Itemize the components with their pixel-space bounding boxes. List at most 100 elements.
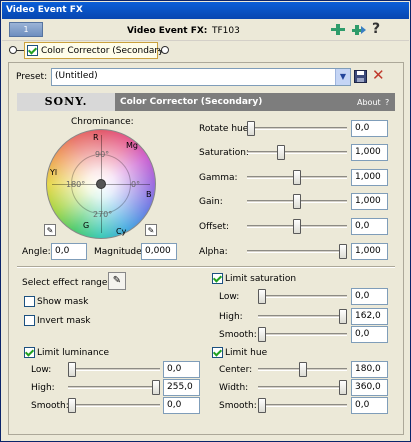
saturation-field[interactable]: 1,000 — [351, 144, 388, 161]
chevron-down-icon[interactable]: ▼ — [335, 69, 350, 85]
lum-smooth-label: Smooth: — [31, 401, 69, 411]
slider-thumb[interactable] — [258, 327, 266, 342]
slider-thumb[interactable] — [258, 289, 266, 304]
eyedropper-left-icon[interactable]: ✎ — [44, 224, 56, 236]
slider-thumb[interactable] — [68, 362, 76, 377]
gamma-slider[interactable] — [247, 169, 347, 186]
hue-width-slider[interactable] — [258, 379, 347, 396]
slider-thumb[interactable] — [339, 244, 347, 259]
hue-center-field[interactable]: 180,0 — [351, 361, 388, 378]
effect-range-label: Select effect range: — [22, 278, 111, 288]
divider — [17, 266, 395, 268]
slider-thumb[interactable] — [293, 194, 301, 209]
slider-thumb[interactable] — [152, 380, 160, 395]
wheel-degree-0: 0° — [131, 180, 141, 189]
sat-low-field[interactable]: 0,0 — [351, 288, 388, 305]
slider-thumb[interactable] — [247, 121, 255, 136]
invert-mask-checkbox[interactable] — [24, 315, 35, 326]
gain-slider[interactable] — [247, 193, 347, 210]
plugin-chain-label: Color Corrector (Secondary) — [41, 46, 167, 56]
gamma-field[interactable]: 1,000 — [351, 169, 388, 186]
lum-low-slider[interactable] — [68, 361, 160, 378]
plugin-enable-checkbox[interactable] — [27, 45, 38, 56]
sat-high-slider[interactable] — [258, 308, 347, 325]
slider-thumb[interactable] — [299, 362, 307, 377]
help-icon[interactable]: ? — [372, 21, 380, 37]
invert-mask-label: Invert mask — [37, 316, 91, 326]
color-wheel[interactable]: R Mg B Cy G Yl 90° 180° 0° 270° — [46, 129, 156, 239]
wheel-center-handle[interactable] — [96, 179, 106, 189]
slider-thumb[interactable] — [339, 309, 347, 324]
lum-low-field[interactable]: 0,0 — [163, 361, 200, 378]
limit-hue-label: Limit hue — [225, 348, 268, 358]
fx-event-name: TF103 — [212, 26, 240, 36]
wheel-degree-180: 180° — [66, 180, 86, 189]
gain-field[interactable]: 1,000 — [351, 193, 388, 210]
effect-range-eyedropper-icon[interactable]: ✎ — [108, 272, 126, 290]
alpha-label: Alpha: — [199, 247, 228, 257]
hue-center-slider[interactable] — [258, 361, 347, 378]
sat-high-field[interactable]: 162,0 — [351, 308, 388, 325]
tab-number: 1 — [23, 25, 29, 34]
rotate-hue-slider[interactable] — [247, 120, 347, 137]
about-link[interactable]: About — [357, 97, 381, 109]
sat-smooth-label: Smooth: — [219, 330, 257, 340]
hue-width-label: Width: — [219, 383, 249, 393]
sat-low-slider[interactable] — [258, 288, 347, 305]
plugin-chain-icon[interactable] — [330, 23, 346, 37]
wheel-label-mg: Mg — [126, 141, 138, 150]
limit-saturation-checkbox[interactable] — [212, 273, 223, 284]
preset-value: (Untitled) — [55, 71, 98, 81]
limit-saturation-label: Limit saturation — [225, 274, 297, 284]
magnitude-field[interactable]: 0,000 — [141, 243, 177, 260]
alpha-slider[interactable] — [247, 243, 347, 260]
sat-high-label: High: — [219, 312, 243, 322]
limit-luminance-checkbox[interactable] — [24, 347, 35, 358]
save-preset-icon[interactable] — [354, 70, 367, 83]
slider-thumb[interactable] — [258, 398, 266, 413]
chain-node-left — [9, 46, 17, 54]
wheel-label-b: B — [146, 190, 152, 199]
slider-thumb[interactable] — [339, 380, 347, 395]
lum-smooth-slider[interactable] — [68, 397, 160, 414]
slider-thumb[interactable] — [293, 219, 301, 234]
alpha-field[interactable]: 1,000 — [351, 243, 388, 260]
wheel-label-yl: Yl — [50, 168, 58, 177]
about-help-icon[interactable]: ? — [385, 97, 389, 109]
wheel-degree-270: 270° — [93, 210, 113, 219]
hue-smooth-slider[interactable] — [258, 397, 347, 414]
lum-smooth-field[interactable]: 0,0 — [163, 397, 200, 414]
tab-1[interactable]: 1 — [9, 22, 43, 37]
slider-thumb[interactable] — [68, 398, 76, 413]
limit-hue-checkbox[interactable] — [212, 347, 223, 358]
wheel-label-r: R — [93, 133, 99, 142]
offset-slider[interactable] — [247, 218, 347, 235]
add-plugin-icon[interactable] — [351, 23, 367, 37]
show-mask-checkbox[interactable] — [24, 296, 35, 307]
hue-width-field[interactable]: 360,0 — [351, 379, 388, 396]
lum-high-field[interactable]: 255,0 — [163, 379, 200, 396]
sat-smooth-field[interactable]: 0,0 — [351, 326, 388, 343]
angle-field[interactable]: 0,0 — [51, 243, 87, 260]
slider-thumb[interactable] — [277, 145, 285, 160]
plugin-chain-button[interactable]: Color Corrector (Secondary) — [24, 42, 167, 59]
saturation-label: Saturation: — [199, 148, 249, 158]
rotate-hue-field[interactable]: 0,0 — [351, 120, 388, 137]
preset-label: Preset: — [16, 72, 48, 82]
sony-bar: SONY. Color Corrector (Secondary) About … — [17, 93, 395, 111]
preset-dropdown[interactable]: (Untitled) ▼ — [51, 68, 351, 86]
slider-thumb[interactable] — [293, 170, 301, 185]
sat-smooth-slider[interactable] — [258, 326, 347, 343]
show-mask-label: Show mask — [37, 297, 89, 307]
offset-field[interactable]: 0,0 — [351, 218, 388, 235]
hue-smooth-field[interactable]: 0,0 — [351, 397, 388, 414]
eyedropper-right-icon[interactable]: ✎ — [145, 224, 157, 236]
fx-header: 1 Video Event FX: TF103 ? — [2, 19, 409, 41]
lum-low-label: Low: — [31, 365, 52, 375]
chain-node-right — [161, 46, 169, 54]
lum-high-slider[interactable] — [68, 379, 160, 396]
delete-preset-icon[interactable]: ✕ — [372, 66, 385, 84]
sony-logo: SONY. — [17, 93, 115, 111]
saturation-slider[interactable] — [247, 144, 347, 161]
wheel-degree-90: 90° — [95, 150, 110, 159]
